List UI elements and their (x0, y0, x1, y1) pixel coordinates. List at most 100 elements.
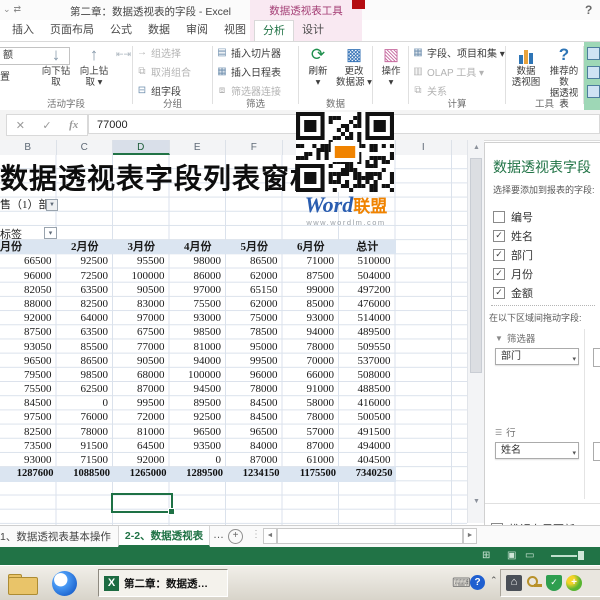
pivot-cell[interactable]: 84500 (0, 396, 57, 410)
pivot-cell[interactable]: 57000 (283, 425, 340, 439)
pivot-total-cell[interactable]: 7340250 (339, 467, 396, 481)
pivot-cell[interactable]: 84500 (226, 396, 283, 410)
label-dropdown-icon[interactable]: ▾ (44, 226, 57, 239)
pivot-total-cell[interactable]: 1265000 (113, 467, 170, 481)
pivot-cell[interactable]: 97000 (170, 283, 227, 297)
shield-tray-icon[interactable]: ✓ (546, 575, 562, 591)
pivot-cell[interactable]: 514000 (339, 311, 396, 325)
pivot-cell[interactable]: 100000 (170, 368, 227, 382)
pivot-cell[interactable]: 70000 (283, 354, 340, 368)
pivot-cell[interactable]: 96000 (0, 269, 57, 283)
zoom-slider-thumb[interactable] (578, 551, 584, 560)
plus-minus-buttons-icon[interactable] (587, 66, 600, 79)
key-tray-icon[interactable] (526, 575, 542, 591)
pivot-cell[interactable]: 81000 (170, 340, 227, 354)
ribbon-tab-分析[interactable]: 分析 (254, 20, 294, 41)
pivot-cell[interactable]: 494000 (339, 439, 396, 453)
page-layout-view-icon[interactable]: ▣ (507, 550, 516, 561)
pivot-cell[interactable]: 94000 (170, 354, 227, 368)
pivot-cell[interactable]: 62000 (226, 297, 283, 311)
question-tray-icon[interactable]: ? (470, 575, 485, 590)
pivot-total-cell[interactable]: 1234150 (226, 467, 283, 481)
column-header-C[interactable]: C (57, 140, 113, 155)
pivot-cell[interactable]: 99000 (283, 283, 340, 297)
tray-expand-icon[interactable]: ⌃ (490, 575, 498, 586)
pivot-header-cell[interactable]: 4月份 (170, 240, 227, 254)
field-checkbox[interactable] (493, 210, 505, 223)
pivot-cell[interactable]: 93000 (170, 311, 227, 325)
pivot-cell[interactable]: 87500 (283, 269, 340, 283)
ribbon-tab-视图[interactable]: 视图 (216, 20, 254, 41)
refresh-button[interactable]: ⟳ 刷新 ▾ (300, 44, 336, 88)
pivot-cell[interactable]: 92000 (113, 453, 170, 467)
pivot-cell[interactable]: 98000 (170, 254, 227, 268)
hscroll-right-icon[interactable]: ► (463, 528, 477, 544)
values-area-pill-stub[interactable] (593, 442, 600, 461)
pivot-cell[interactable]: 96000 (226, 368, 283, 382)
pivot-cell[interactable]: 78000 (57, 425, 114, 439)
filter-dropdown-icon[interactable]: ▼ (46, 198, 58, 211)
pivot-total-cell[interactable]: 1088500 (57, 467, 114, 481)
pivot-cell[interactable]: 92500 (170, 410, 227, 424)
pivot-cell[interactable]: 87000 (283, 439, 340, 453)
field-list-icon[interactable] (587, 47, 600, 60)
excel-task-button[interactable]: X 第二章：数据透… (98, 569, 228, 597)
pivot-cell[interactable]: 73500 (0, 439, 57, 453)
pill-caret-icon[interactable]: ▾ (572, 352, 576, 368)
pivot-cell[interactable]: 88000 (0, 297, 57, 311)
field-settings-button[interactable]: 置 (0, 68, 10, 83)
new-sheet-button[interactable]: + (228, 529, 243, 544)
pivot-cell[interactable]: 91000 (283, 382, 340, 396)
pivot-cell[interactable]: 78000 (226, 382, 283, 396)
pivot-cell[interactable]: 500500 (339, 410, 396, 424)
pivot-cell[interactable]: 83000 (113, 297, 170, 311)
accelerator-tray-icon[interactable]: + (566, 575, 582, 591)
fill-handle[interactable] (168, 508, 175, 515)
pivot-header-cell[interactable]: 总计 (339, 240, 396, 254)
rows-area-pill-name[interactable]: 姓名 ▾ (495, 442, 579, 459)
pivot-cell[interactable]: 537000 (339, 354, 396, 368)
pivot-cell[interactable]: 97000 (113, 311, 170, 325)
pivot-cell[interactable]: 76000 (57, 410, 114, 424)
pivot-cell[interactable]: 62500 (57, 382, 114, 396)
pivot-cell[interactable]: 93000 (0, 453, 57, 467)
pivot-cell[interactable]: 510000 (339, 254, 396, 268)
pivot-cell[interactable]: 404500 (339, 453, 396, 467)
pivot-cell[interactable]: 0 (170, 453, 227, 467)
pivot-cell[interactable]: 66000 (283, 368, 340, 382)
insert-function-icon[interactable]: fx (69, 119, 78, 131)
pivot-cell[interactable]: 75500 (170, 297, 227, 311)
pivot-total-cell[interactable]: 1289500 (170, 467, 227, 481)
pivot-cell[interactable]: 72000 (113, 410, 170, 424)
pivot-cell[interactable]: 78000 (283, 410, 340, 424)
pivot-cell[interactable]: 87000 (113, 382, 170, 396)
field-row-月份[interactable]: ✓ 月份 (493, 264, 597, 283)
pivot-cell[interactable]: 92500 (57, 254, 114, 268)
column-header-E[interactable]: E (170, 140, 226, 155)
field-row-金额[interactable]: ✓ 金额 (493, 283, 597, 302)
pivot-cell[interactable]: 82050 (0, 283, 57, 297)
pivot-cell[interactable]: 78500 (226, 325, 283, 339)
home-tray-icon[interactable]: ⌂ (506, 575, 522, 591)
pivot-data-rows[interactable]: 66500 92500 95500 98000 86500 71000 510000 9600… (0, 254, 396, 467)
column-header-D[interactable]: D (113, 140, 170, 155)
pivot-cell[interactable]: 96500 (170, 425, 227, 439)
pivot-cell[interactable]: 62000 (226, 269, 283, 283)
pivot-cell[interactable]: 61000 (283, 453, 340, 467)
pivot-header-cell[interactable]: 3月份 (113, 240, 170, 254)
pivot-cell[interactable]: 94500 (170, 382, 227, 396)
pivot-cell[interactable]: 89500 (170, 396, 227, 410)
ribbon-tab-数据[interactable]: 数据 (140, 20, 178, 41)
pivot-cell[interactable]: 96500 (226, 425, 283, 439)
sheet-tab-active[interactable]: 2-2、数据透视表 (118, 526, 210, 547)
pivotchart-button[interactable]: 数据 透视图 (508, 44, 544, 88)
pivot-cell[interactable]: 497200 (339, 283, 396, 297)
pivot-cell[interactable]: 75000 (226, 311, 283, 325)
enter-icon[interactable]: ✓ (42, 119, 51, 132)
pivot-cell[interactable]: 67500 (113, 325, 170, 339)
field-checkbox[interactable]: ✓ (493, 248, 505, 261)
field-row-部门[interactable]: ✓ 部门 (493, 245, 597, 264)
pivot-cell[interactable]: 86500 (57, 354, 114, 368)
show-group-highlighted[interactable] (584, 42, 600, 110)
field-headers-icon[interactable] (587, 85, 600, 98)
